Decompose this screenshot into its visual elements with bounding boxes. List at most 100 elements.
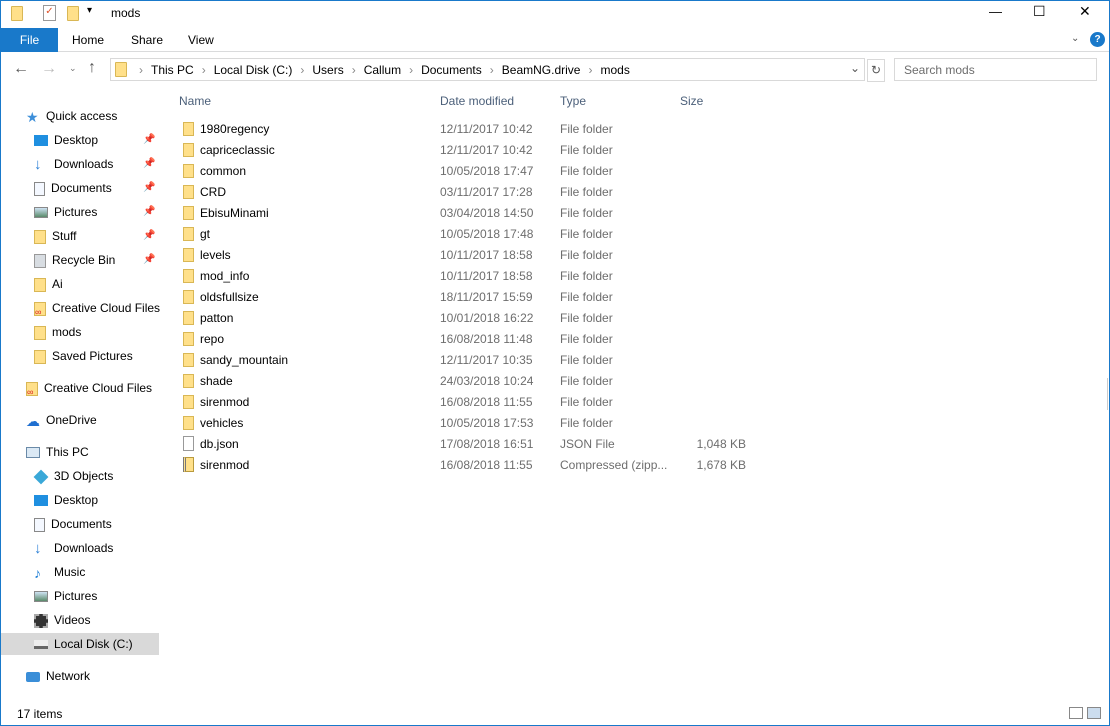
sidebar-item[interactable]: ☁ OneDrive — [1, 409, 159, 431]
new-folder-icon[interactable] — [67, 6, 79, 21]
pin-icon[interactable]: 📌 — [143, 129, 155, 151]
search-input[interactable]: Search mods — [894, 58, 1097, 81]
file-date: 12/11/2017 10:42 — [440, 122, 533, 136]
breadcrumb-item[interactable]: This PC — [151, 63, 194, 77]
recent-locations-icon[interactable]: ⌄ — [69, 63, 77, 74]
sidebar-item[interactable]: 3D Objects — [1, 465, 159, 487]
file-type: File folder — [560, 206, 613, 220]
close-button[interactable]: ✕ — [1079, 3, 1091, 20]
refresh-button[interactable]: ↻ — [867, 59, 885, 82]
column-name[interactable]: Name — [179, 94, 211, 108]
chevron-right-icon[interactable]: › — [352, 63, 356, 77]
pin-icon[interactable]: 📌 — [143, 225, 155, 247]
file-row[interactable]: EbisuMinami 03/04/2018 14:50 File folder — [179, 203, 779, 224]
creative-cloud-icon: ∞ — [34, 301, 46, 317]
breadcrumb-item[interactable]: Local Disk (C:) — [214, 63, 293, 77]
tab-file[interactable]: File — [1, 28, 58, 52]
pin-icon[interactable]: 📌 — [143, 177, 155, 199]
column-type[interactable]: Type — [560, 94, 586, 108]
sidebar-item[interactable]: ★ Quick access — [1, 105, 159, 127]
file-type: File folder — [560, 332, 613, 346]
sidebar-item[interactable]: Pictures 📌 — [1, 201, 159, 223]
chevron-right-icon[interactable]: › — [409, 63, 413, 77]
pin-icon[interactable]: 📌 — [143, 249, 155, 271]
file-name: shade — [200, 374, 233, 388]
chevron-right-icon[interactable]: › — [202, 63, 206, 77]
sidebar-item[interactable]: Saved Pictures — [1, 345, 159, 367]
file-row[interactable]: capriceclassic 12/11/2017 10:42 File folde… — [179, 140, 779, 161]
minimize-button[interactable]: — — [989, 4, 1002, 19]
file-row[interactable]: mod_info 10/11/2017 18:58 File folder — [179, 266, 779, 287]
file-size: 1,678 KB — [696, 458, 746, 472]
file-name: vehicles — [200, 416, 244, 430]
expand-ribbon-icon[interactable]: ⌄ — [1071, 33, 1079, 44]
chevron-right-icon[interactable]: › — [300, 63, 304, 77]
tab-home[interactable]: Home — [58, 28, 118, 52]
file-row[interactable]: sandy_mountain 12/11/2017 10:35 File folde… — [179, 350, 779, 371]
sidebar-item[interactable]: ↓ Downloads 📌 — [1, 153, 159, 175]
large-icons-view-button[interactable] — [1087, 707, 1101, 719]
sidebar-item-label: 3D Objects — [54, 469, 114, 483]
file-row[interactable]: repo 16/08/2018 11:48 File folder — [179, 329, 779, 350]
file-date: 10/05/2018 17:47 — [440, 164, 534, 178]
sidebar-item[interactable]: Desktop 📌 — [1, 129, 159, 151]
breadcrumb-item[interactable]: mods — [600, 63, 629, 77]
sidebar-item[interactable]: Stuff 📌 — [1, 225, 159, 247]
sidebar-item[interactable]: Documents 📌 — [1, 177, 159, 199]
sidebar-item[interactable]: mods — [1, 321, 159, 343]
properties-icon[interactable]: ✓ — [43, 5, 56, 21]
column-date-modified[interactable]: Date modified — [440, 94, 514, 108]
pin-icon[interactable]: 📌 — [143, 153, 155, 175]
details-view-button[interactable] — [1069, 707, 1083, 719]
sidebar-item[interactable]: ∞ Creative Cloud Files — [1, 297, 160, 319]
breadcrumb-item[interactable]: Callum — [364, 63, 401, 77]
help-icon[interactable]: ? — [1090, 32, 1105, 47]
file-row[interactable]: 1980regency 12/11/2017 10:42 File folder — [179, 119, 779, 140]
sidebar-item[interactable]: Recycle Bin 📌 — [1, 249, 159, 271]
maximize-button[interactable]: ☐ — [1033, 3, 1046, 20]
file-row[interactable]: db.json 17/08/2018 16:51 JSON File 1,048 KB — [179, 434, 779, 455]
back-button[interactable]: ← — [13, 60, 29, 78]
sidebar-item[interactable]: ∞ Creative Cloud Files — [1, 377, 159, 399]
file-row[interactable]: vehicles 10/05/2018 17:53 File folder — [179, 413, 779, 434]
breadcrumb-item[interactable]: Documents — [421, 63, 482, 77]
file-row[interactable]: sirenmod 16/08/2018 11:55 File folder — [179, 392, 779, 413]
address-bar[interactable]: › This PC › Local Disk (C:) › Users › Callum › Do… — [110, 58, 865, 81]
chevron-right-icon[interactable]: › — [490, 63, 494, 77]
file-row[interactable]: common 10/05/2018 17:47 File folder — [179, 161, 779, 182]
file-row[interactable]: sirenmod 16/08/2018 11:55 Compressed (zipp… — [179, 455, 779, 476]
sidebar-item[interactable]: This PC — [1, 441, 159, 463]
window-title: mods — [111, 6, 141, 20]
file-row[interactable]: gt 10/05/2018 17:48 File folder — [179, 224, 779, 245]
tab-share[interactable]: Share — [117, 28, 177, 52]
chevron-right-icon[interactable]: › — [588, 63, 592, 77]
file-row[interactable]: shade 24/03/2018 10:24 File folder — [179, 371, 779, 392]
breadcrumb-item[interactable]: BeamNG.drive — [502, 63, 581, 77]
sidebar-item[interactable]: Pictures — [1, 585, 159, 607]
column-size[interactable]: Size — [680, 94, 703, 108]
chevron-right-icon[interactable]: › — [139, 63, 143, 77]
file-row[interactable]: levels 10/11/2017 18:58 File folder — [179, 245, 779, 266]
sidebar-item[interactable]: Documents — [1, 513, 159, 535]
file-row[interactable]: patton 10/01/2018 16:22 File folder — [179, 308, 779, 329]
tab-view[interactable]: View — [174, 28, 228, 52]
breadcrumb-item[interactable]: Users — [312, 63, 343, 77]
file-row[interactable]: CRD 03/11/2017 17:28 File folder — [179, 182, 779, 203]
file-type: File folder — [560, 290, 613, 304]
sidebar-item[interactable]: Videos — [1, 609, 159, 631]
sidebar-item[interactable]: Network — [1, 665, 159, 687]
pin-icon[interactable]: 📌 — [143, 201, 155, 223]
sidebar-item[interactable]: Desktop — [1, 489, 159, 511]
address-dropdown-icon[interactable]: ⌄ — [850, 61, 860, 75]
customize-toolbar-icon[interactable]: ▾ — [87, 5, 92, 16]
sidebar-item[interactable]: ↓ Downloads — [1, 537, 159, 559]
sidebar-item[interactable]: Ai — [1, 273, 159, 295]
sidebar-item[interactable]: Local Disk (C:) — [1, 633, 159, 655]
sidebar-item[interactable]: ♪ Music — [1, 561, 159, 583]
forward-button[interactable]: → — [41, 60, 57, 78]
pictures-icon — [34, 207, 48, 219]
zip-file-icon — [183, 457, 194, 472]
file-row[interactable]: oldsfullsize 18/11/2017 15:59 File folder — [179, 287, 779, 308]
up-button[interactable]: ↑ — [88, 59, 96, 77]
folder-icon — [183, 164, 194, 178]
